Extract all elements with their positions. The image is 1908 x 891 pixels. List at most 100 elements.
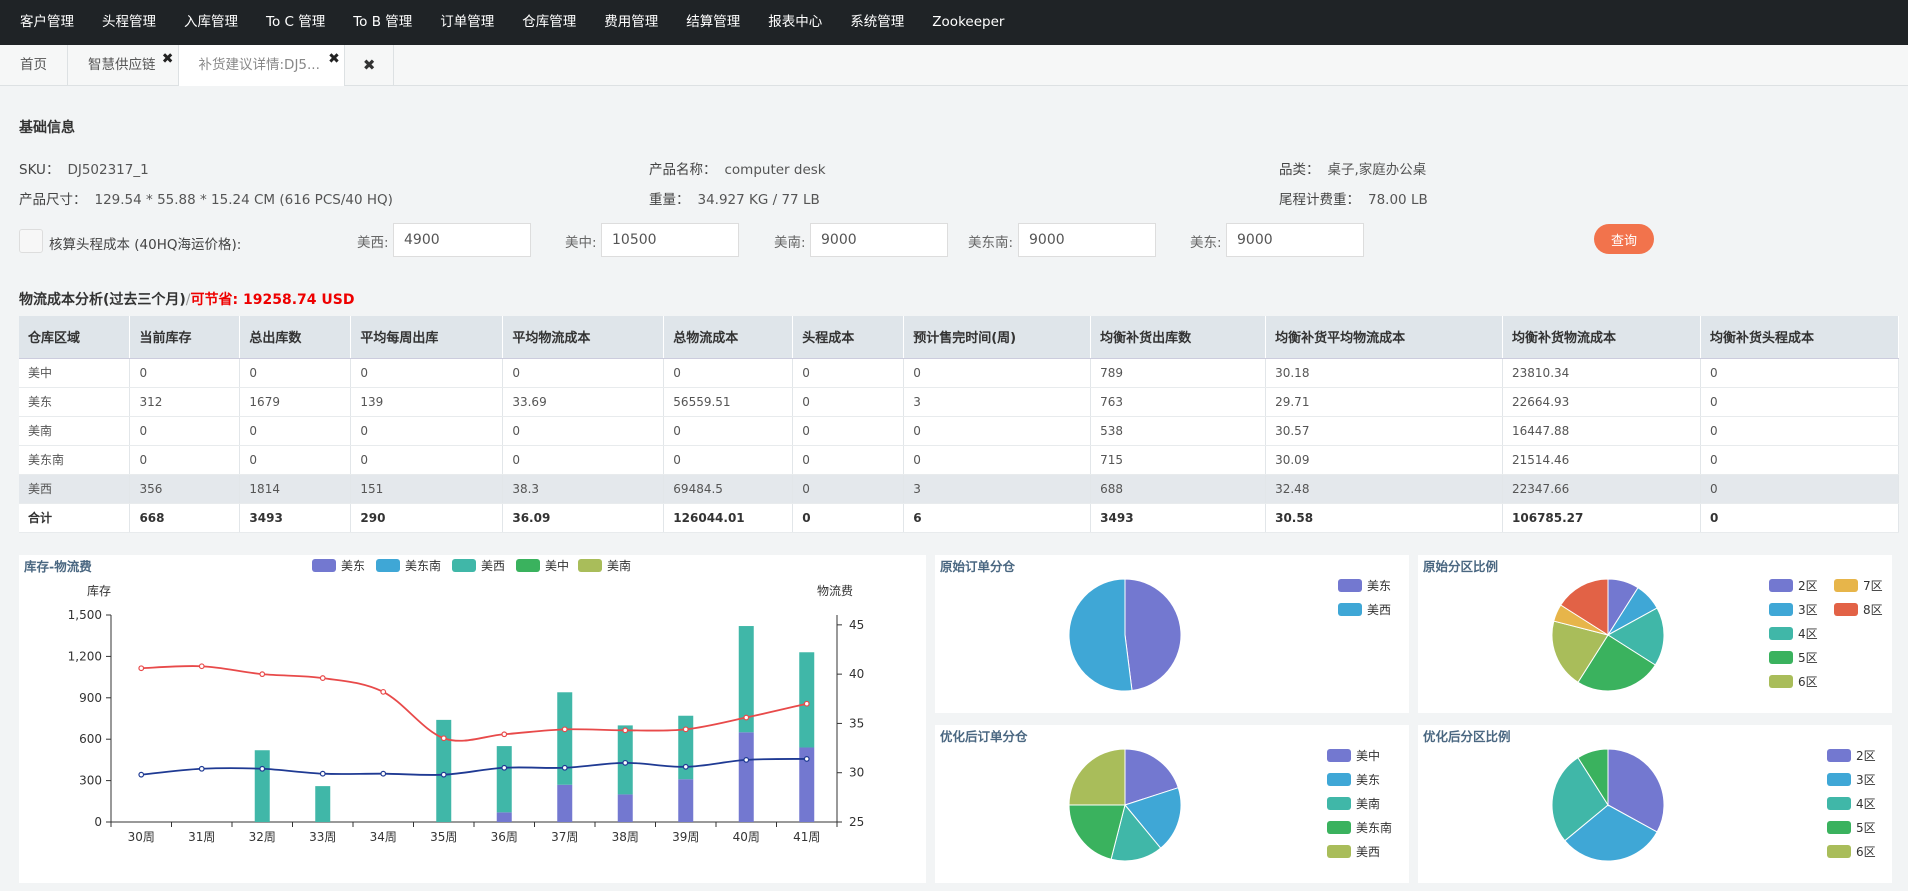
southeast-price-input[interactable] — [1018, 223, 1156, 257]
line-point[interactable] — [259, 765, 266, 772]
line-point[interactable] — [561, 726, 568, 733]
central-price-input[interactable] — [601, 223, 739, 257]
legend-item[interactable]: 7区 — [1834, 577, 1883, 594]
first-leg-cost-checkbox[interactable] — [19, 229, 43, 253]
nav-item-warehouse[interactable]: 仓库管理 — [508, 0, 590, 45]
tab-smart-supply-label: 智慧供应链 — [88, 57, 156, 73]
cost-analysis-title: 物流成本分析(过去三个月)/可节省: 19258.74 USD — [19, 289, 354, 309]
pie-slice[interactable] — [1068, 748, 1126, 806]
legend-item[interactable]: 美西 — [1327, 843, 1380, 860]
legend-item[interactable]: 2区 — [1827, 747, 1876, 764]
nav-item-toc[interactable]: To C 管理 — [252, 0, 339, 45]
table-cell: 16447.88 — [1502, 416, 1701, 446]
legend-item[interactable]: 8区 — [1834, 601, 1883, 618]
tab-replenishment-detail[interactable]: 补货建议详情:DJ5... ✖ — [178, 45, 345, 86]
line-point[interactable] — [380, 770, 387, 777]
east-price-input[interactable] — [1226, 223, 1364, 257]
table-cell: 0 — [903, 445, 1092, 475]
bar-segment[interactable] — [557, 692, 573, 785]
bar-segment[interactable] — [678, 779, 694, 822]
legend-item[interactable]: 美东南 — [1327, 819, 1392, 836]
line-point[interactable] — [622, 759, 629, 766]
nav-item-settlement[interactable]: 结算管理 — [672, 0, 754, 45]
legend-item[interactable]: 4区 — [1769, 625, 1818, 642]
bar-segment[interactable] — [799, 652, 815, 748]
table-cell: 0 — [792, 358, 905, 388]
nav-item-zookeeper[interactable]: Zookeeper — [918, 0, 1018, 45]
table-cell: 30.58 — [1265, 503, 1504, 533]
close-icon[interactable]: ✖ — [162, 39, 174, 80]
legend-label: 美东南 — [1356, 821, 1393, 835]
tab-home[interactable]: 首页 — [0, 45, 68, 86]
line-point[interactable] — [198, 663, 205, 670]
col-header-total-out: 总出库数 — [239, 316, 352, 359]
legend-item[interactable]: 美南 — [1327, 795, 1380, 812]
nav-item-tob[interactable]: To B 管理 — [339, 0, 426, 45]
south-price-input[interactable] — [810, 223, 948, 257]
legend-item[interactable]: 美西 — [1338, 601, 1391, 618]
legend-item[interactable]: 美中 — [1327, 747, 1380, 764]
bar-segment[interactable] — [617, 794, 633, 822]
orig-order-pie-panel: 原始订单分仓 美东 美西 — [935, 555, 1409, 713]
line-point[interactable] — [501, 764, 508, 771]
legend-item[interactable]: 5区 — [1769, 649, 1818, 666]
line-point[interactable] — [803, 700, 810, 707]
nav-item-inbound[interactable]: 入库管理 — [170, 0, 252, 45]
west-price-input[interactable] — [393, 223, 531, 257]
line-point[interactable] — [319, 770, 326, 777]
line-point[interactable] — [622, 727, 629, 734]
line-point[interactable] — [380, 688, 387, 695]
nav-item-fees[interactable]: 费用管理 — [590, 0, 672, 45]
table-cell: 23810.34 — [1502, 358, 1701, 388]
line-point[interactable] — [803, 756, 810, 762]
nav-item-first-leg[interactable]: 头程管理 — [88, 0, 170, 45]
nav-item-orders[interactable]: 订单管理 — [426, 0, 508, 45]
legend-item[interactable]: 美东 — [1338, 577, 1391, 594]
nav-item-system[interactable]: 系统管理 — [836, 0, 918, 45]
series-line[interactable] — [141, 758, 807, 776]
line-point[interactable] — [198, 765, 205, 772]
pie-slice[interactable] — [1068, 578, 1133, 692]
legend-swatch — [1769, 675, 1793, 688]
bar-segment[interactable] — [254, 750, 270, 822]
line-point[interactable] — [682, 763, 689, 770]
legend-swatch — [1327, 773, 1351, 786]
series-line[interactable] — [141, 665, 807, 742]
line-point[interactable] — [440, 735, 447, 742]
cost-analysis-heading: 物流成本分析(过去三个月) — [19, 292, 186, 308]
line-point[interactable] — [259, 671, 266, 678]
y2-tick-label: 30 — [849, 766, 864, 780]
bar-segment[interactable] — [557, 784, 573, 822]
legend-item[interactable]: 6区 — [1827, 843, 1876, 860]
legend-item[interactable]: 3区 — [1827, 771, 1876, 788]
line-point[interactable] — [501, 731, 508, 738]
nav-item-reports[interactable]: 报表中心 — [754, 0, 836, 45]
bar-segment[interactable] — [617, 725, 633, 795]
line-point[interactable] — [561, 764, 568, 771]
close-all-tabs-button[interactable]: ✖ — [345, 45, 395, 86]
tab-smart-supply[interactable]: 智慧供应链 ✖ — [68, 45, 179, 86]
legend-item[interactable]: 2区 — [1769, 577, 1818, 594]
line-point[interactable] — [440, 771, 447, 778]
line-point[interactable] — [319, 675, 326, 681]
legend-item[interactable]: 4区 — [1827, 795, 1876, 812]
legend-item[interactable]: 5区 — [1827, 819, 1876, 836]
line-point[interactable] — [682, 726, 689, 733]
y2-axis-label: 物流费 — [817, 584, 853, 598]
line-point[interactable] — [138, 771, 145, 778]
legend-item[interactable]: 6区 — [1769, 673, 1818, 690]
query-button[interactable]: 查询 — [1594, 224, 1654, 254]
line-point[interactable] — [743, 756, 750, 763]
pie-slice[interactable] — [1124, 578, 1182, 692]
line-point[interactable] — [138, 665, 145, 672]
bar-segment[interactable] — [738, 732, 754, 822]
bar-segment[interactable] — [496, 812, 512, 822]
legend-item[interactable]: 3区 — [1769, 601, 1818, 618]
bar-segment[interactable] — [315, 786, 331, 822]
legend-item[interactable]: 美东 — [1327, 771, 1380, 788]
y2-tick-label: 45 — [849, 618, 864, 632]
line-point[interactable] — [743, 714, 750, 721]
nav-item-customer[interactable]: 客户管理 — [6, 0, 88, 45]
close-icon[interactable]: ✖ — [328, 39, 340, 80]
bar-segment[interactable] — [496, 746, 512, 813]
